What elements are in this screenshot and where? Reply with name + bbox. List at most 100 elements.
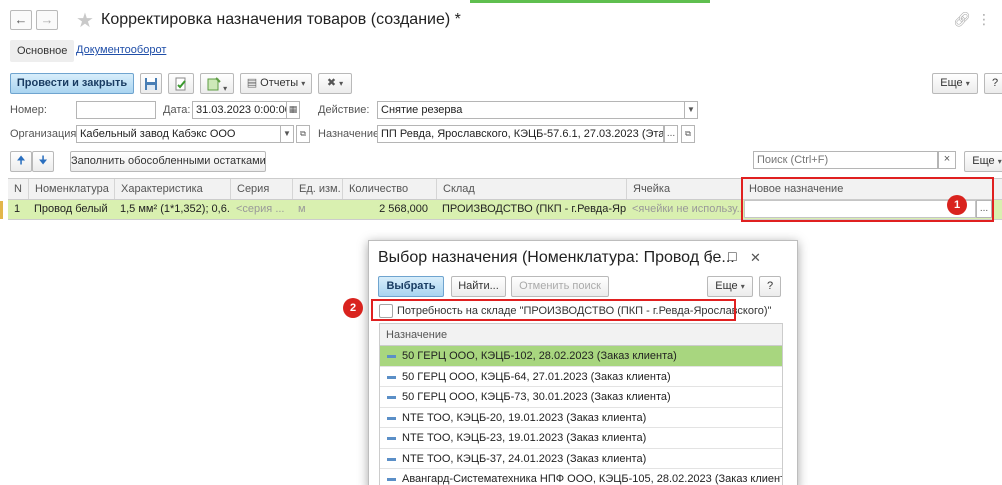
list-item[interactable]: 50 ГЕРЦ ООО, КЭЦБ-102, 28.02.2023 (Заказ… — [380, 346, 782, 367]
col-quantity[interactable]: Количество — [342, 179, 436, 199]
window-title: Корректировка назначения товаров (создан… — [101, 11, 461, 28]
chevron-down-icon: ▾ — [339, 79, 344, 88]
purpose-field[interactable]: ПП Ревда, Ярославского, КЭЦБ-57.6.1, 27.… — [377, 125, 664, 143]
highlight-warehouse-need — [371, 299, 736, 321]
list-item-label: NTE ТОО, КЭЦБ-37, 24.01.2023 (Заказ клие… — [402, 452, 647, 465]
cell-warehouse[interactable]: ПРОИЗВОДСТВО (ПКП - г.Ревда-Яр... — [436, 200, 626, 219]
number-label: Номер: — [10, 104, 47, 116]
tools-icon: ✖ — [326, 77, 337, 89]
purpose-list[interactable]: Назначение 50 ГЕРЦ ООО, КЭЦБ-102, 28.02.… — [379, 323, 783, 485]
list-item[interactable]: 50 ГЕРЦ ООО, КЭЦБ-73, 30.01.2023 (Заказ … — [380, 387, 782, 408]
list-item[interactable]: NTE ТОО, КЭЦБ-37, 24.01.2023 (Заказ клие… — [380, 449, 782, 469]
chevron-down-icon: ▾ — [301, 79, 306, 88]
item-icon — [387, 375, 396, 379]
col-series[interactable]: Серия — [230, 179, 292, 199]
date-label: Дата: — [163, 104, 191, 116]
item-icon — [387, 478, 396, 481]
table-more-button[interactable]: Еще ▾ — [964, 151, 1002, 172]
create-based-on-button[interactable]: ▾ — [200, 73, 234, 94]
col-characteristic[interactable]: Характеристика — [114, 179, 230, 199]
reports-label: Отчеты — [260, 77, 299, 89]
date-field[interactable]: 31.03.2023 0:00:00 — [192, 101, 287, 119]
chevron-down-icon: ▾ — [220, 84, 228, 93]
post-and-close-button[interactable]: Провести и закрыть — [10, 73, 134, 94]
open-icon[interactable]: ⧉ — [681, 125, 695, 143]
col-n[interactable]: N — [8, 179, 28, 199]
forward-arrow-icon[interactable]: → — [36, 10, 58, 30]
more-vertical-icon[interactable]: ⋮ — [704, 250, 717, 266]
col-item[interactable]: Номенклатура — [28, 179, 114, 199]
action-label: Действие: — [318, 104, 370, 116]
cell-item[interactable]: Провод белый — [28, 200, 114, 219]
cell-characteristic[interactable]: 1,5 мм² (1*1,352); 0,6... — [114, 200, 230, 219]
cancel-search-button[interactable]: Отменить поиск — [511, 276, 609, 297]
organization-field[interactable]: Кабельный завод Кабэкс ООО — [76, 125, 281, 143]
chevron-down-icon: ▾ — [965, 79, 970, 88]
cell-unit[interactable]: м — [292, 200, 342, 219]
action-field[interactable]: Снятие резерва — [377, 101, 685, 119]
select-button[interactable]: Выбрать — [378, 276, 444, 297]
clear-search-icon[interactable]: × — [938, 151, 956, 169]
col-cell[interactable]: Ячейка — [626, 179, 742, 199]
close-icon[interactable]: ✕ — [750, 250, 761, 266]
reports-button[interactable]: ▤ Отчеты ▾ — [240, 73, 312, 94]
open-icon[interactable]: ⧉ — [296, 125, 310, 143]
report-icon: ▤ — [246, 77, 258, 89]
list-item-label: Авангард-Систематехника НПФ ООО, КЭЦБ-10… — [402, 473, 782, 485]
active-tab-indicator — [470, 0, 710, 3]
number-field[interactable] — [76, 101, 156, 119]
purpose-label: Назначение: — [318, 128, 383, 140]
chevron-down-icon[interactable]: ▼ — [280, 125, 294, 143]
list-header[interactable]: Назначение — [380, 324, 782, 346]
list-item-label: NTE ТОО, КЭЦБ-20, 19.01.2023 (Заказ клие… — [402, 411, 647, 424]
tab-docflow[interactable]: Документооборот — [76, 44, 166, 56]
table-more-label: Еще — [972, 155, 995, 167]
chevron-down-icon: ▾ — [997, 157, 1002, 166]
dialog-help-button[interactable]: ? — [759, 276, 781, 297]
maximize-icon[interactable]: ☐ — [727, 250, 738, 264]
floppy-disk-icon — [145, 78, 157, 90]
back-arrow-icon[interactable]: ← — [10, 10, 32, 30]
item-icon — [387, 416, 396, 420]
search-input[interactable] — [753, 151, 938, 169]
item-icon — [387, 457, 396, 461]
item-icon — [387, 396, 396, 399]
move-down-arrow-icon[interactable]: 🠋 — [32, 151, 54, 172]
dialog-more-button[interactable]: Еще ▾ — [707, 276, 753, 297]
fill-from-stock-button[interactable]: Заполнить обособленными остатками — [70, 151, 266, 172]
link-icon[interactable]: 🔗︎ — [953, 11, 971, 28]
list-item[interactable]: NTE ТОО, КЭЦБ-20, 19.01.2023 (Заказ клие… — [380, 408, 782, 428]
list-item-label: 50 ГЕРЦ ООО, КЭЦБ-102, 28.02.2023 (Заказ… — [402, 350, 677, 362]
list-item[interactable]: NTE ТОО, КЭЦБ-23, 19.01.2023 (Заказ клие… — [380, 428, 782, 449]
col-warehouse[interactable]: Склад — [436, 179, 626, 199]
create-based-icon — [207, 77, 221, 91]
list-item-label: NTE ТОО, КЭЦБ-23, 19.01.2023 (Заказ клие… — [402, 432, 647, 444]
list-item[interactable]: 50 ГЕРЦ ООО, КЭЦБ-64, 27.01.2023 (Заказ … — [380, 367, 782, 387]
ellipsis-icon[interactable]: ... — [664, 125, 678, 143]
more-button[interactable]: Еще ▾ — [932, 73, 978, 94]
cell-quantity[interactable]: 2 568,000 — [342, 200, 432, 219]
post-document-button[interactable] — [168, 73, 194, 94]
tab-main[interactable]: Основное — [10, 40, 75, 62]
list-item[interactable]: Авангард-Систематехника НПФ ООО, КЭЦБ-10… — [380, 469, 782, 485]
chevron-down-icon[interactable]: ▼ — [684, 101, 698, 119]
step-badge-1: 1 — [947, 195, 967, 215]
favorite-star-icon[interactable]: ★ — [76, 8, 94, 33]
save-button[interactable] — [140, 73, 162, 94]
document-post-icon — [175, 77, 186, 91]
help-button[interactable]: ? — [984, 73, 1002, 94]
chevron-down-icon: ▾ — [740, 282, 745, 291]
item-icon — [387, 437, 396, 440]
move-up-arrow-icon[interactable]: 🠉 — [10, 151, 32, 172]
calendar-icon[interactable]: ▦ — [286, 101, 300, 119]
step-badge-2: 2 — [343, 298, 363, 318]
find-button[interactable]: Найти... — [451, 276, 506, 297]
col-unit[interactable]: Ед. изм. — [292, 179, 342, 199]
tools-button[interactable]: ✖ ▾ — [318, 73, 352, 94]
cell-cell[interactable]: <ячейки не использу... — [626, 200, 742, 219]
top-strip — [0, 0, 1002, 3]
cell-series[interactable]: <серия ... — [230, 200, 292, 219]
more-vertical-icon[interactable]: ⋮ — [977, 11, 991, 28]
dialog-title: Выбор назначения (Номенклатура: Провод б… — [378, 249, 735, 266]
organization-label: Организация: — [10, 128, 80, 140]
